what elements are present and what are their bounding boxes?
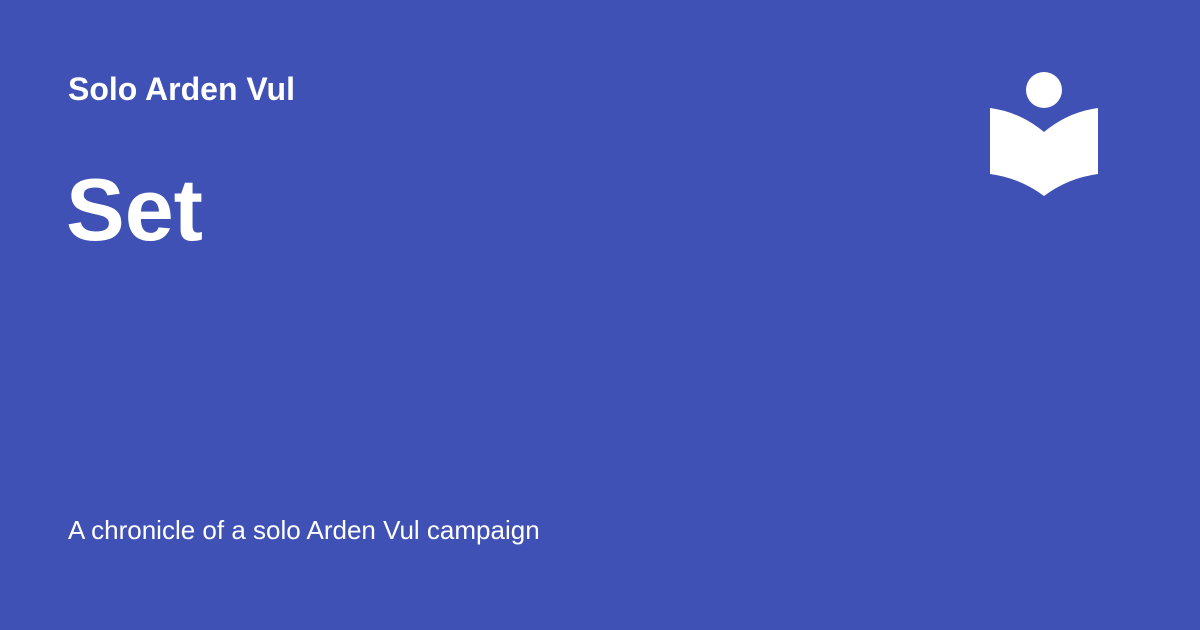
open-book	[990, 108, 1098, 196]
page-title: Set	[66, 160, 203, 259]
page-description: A chronicle of a solo Arden Vul campaign	[68, 515, 540, 545]
reader-book-icon	[990, 72, 1098, 196]
reader-head	[1026, 72, 1062, 108]
social-card: Solo Arden Vul Set A chronicle of a solo…	[0, 0, 1200, 630]
site-name: Solo Arden Vul	[68, 71, 295, 107]
